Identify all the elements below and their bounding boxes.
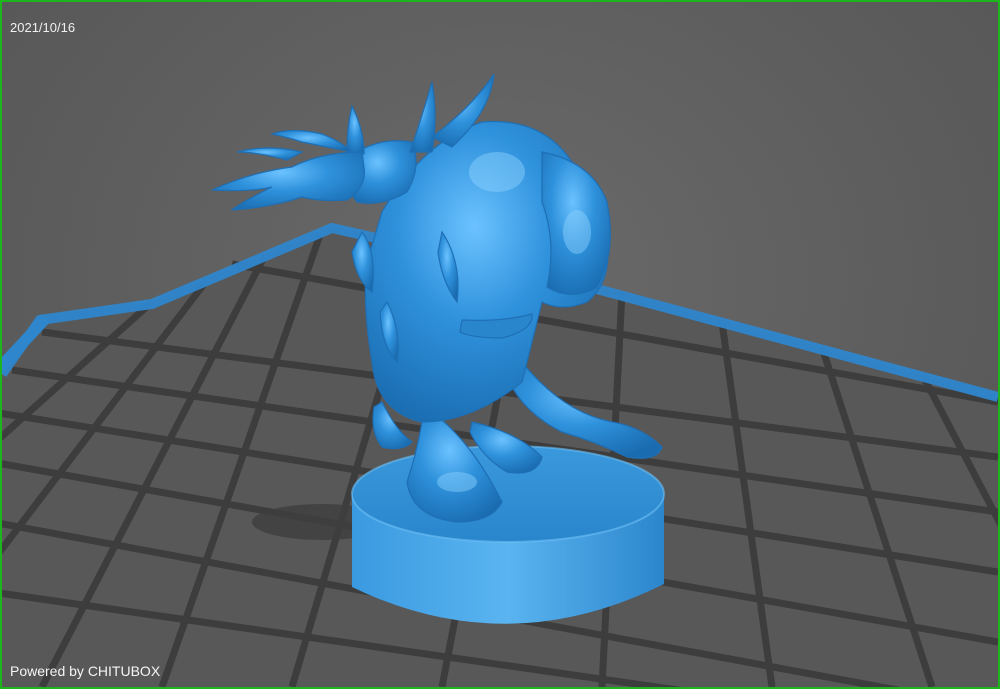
slicer-3d-viewport[interactable]: 2021/10/16 Powered by CHITUBOX: [0, 0, 1000, 689]
scene-canvas[interactable]: [2, 2, 998, 687]
powered-by-label: Powered by CHITUBOX: [10, 663, 161, 679]
date-label: 2021/10/16: [10, 20, 76, 35]
